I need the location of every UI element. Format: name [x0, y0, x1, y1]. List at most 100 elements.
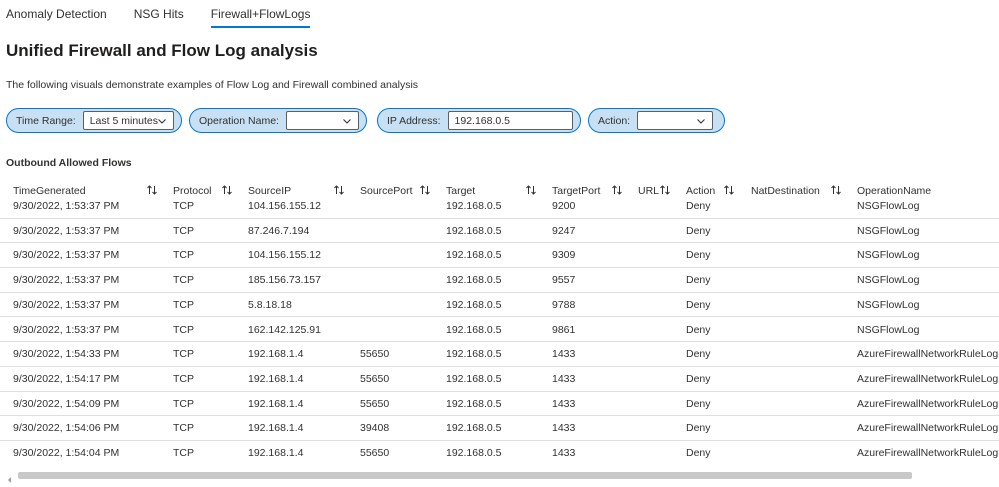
time-range-value: Last 5 minutes [89, 114, 159, 127]
sort-arrows-icon[interactable] [333, 184, 345, 196]
horizontal-scrollbar[interactable] [0, 469, 999, 483]
cell-action: Deny [686, 348, 711, 361]
cell-action: Deny [686, 422, 711, 435]
cell-target: 192.168.0.5 [446, 447, 502, 459]
cell-sourceip: 5.8.18.18 [248, 298, 292, 311]
cell-operationname: NSGFlowLog [857, 298, 920, 311]
table-row[interactable]: 9/30/2022, 1:54:09 PM TCP 192.168.1.4 55… [0, 392, 999, 417]
table-header: TimeGenerated Protocol SourceIP SourcePo… [0, 180, 999, 202]
chevron-left-icon[interactable] [6, 471, 14, 483]
column-header-target[interactable]: Target [446, 185, 475, 197]
ip-address-input[interactable]: 192.168.0.5 [447, 111, 573, 130]
tab-firewall-flowlogs[interactable]: Firewall+FlowLogs [210, 0, 310, 30]
cell-target: 192.168.0.5 [446, 202, 502, 212]
cell-targetport: 9247 [552, 224, 576, 237]
section-title: Outbound Allowed Flows [6, 157, 132, 169]
table-row[interactable]: 9/30/2022, 1:54:06 PM TCP 192.168.1.4 39… [0, 416, 999, 441]
column-header-operationname[interactable]: OperationName [857, 185, 931, 197]
cell-action: Deny [686, 447, 711, 459]
table-row[interactable]: 9/30/2022, 1:53:37 PM TCP 185.156.73.157… [0, 268, 999, 293]
cell-targetport: 1433 [552, 447, 576, 459]
column-header-protocol[interactable]: Protocol [173, 185, 212, 197]
chevron-down-icon [157, 116, 167, 126]
sort-arrows-icon[interactable] [611, 184, 623, 196]
sort-arrows-icon[interactable] [146, 184, 158, 196]
column-header-sourceip[interactable]: SourceIP [248, 185, 291, 197]
cell-target: 192.168.0.5 [446, 274, 502, 287]
page-description: The following visuals demonstrate exampl… [6, 79, 419, 91]
cell-protocol: TCP [173, 397, 194, 410]
column-header-targetport[interactable]: TargetPort [552, 185, 600, 197]
table-row[interactable]: 9/30/2022, 1:53:37 PM TCP 104.156.155.12… [0, 202, 999, 219]
cell-sourceip: 192.168.1.4 [248, 447, 304, 459]
cell-operationname: NSGFlowLog [857, 249, 920, 262]
column-header-sourceport[interactable]: SourcePort [360, 185, 413, 197]
chevron-down-icon [342, 116, 352, 126]
sort-arrows-icon[interactable] [723, 184, 735, 196]
table-row[interactable]: 9/30/2022, 1:53:37 PM TCP 162.142.125.91… [0, 318, 999, 343]
operation-name-dropdown[interactable] [285, 111, 359, 130]
cell-operationname: NSGFlowLog [857, 224, 920, 237]
cell-protocol: TCP [173, 422, 194, 435]
cell-operationname: NSGFlowLog [857, 202, 920, 212]
table-row[interactable]: 9/30/2022, 1:53:37 PM TCP 5.8.18.18 192.… [0, 293, 999, 318]
column-header-natdestination[interactable]: NatDestination [751, 185, 820, 197]
cell-action: Deny [686, 224, 711, 237]
table-row[interactable]: 9/30/2022, 1:53:37 PM TCP 104.156.155.12… [0, 243, 999, 269]
cell-target: 192.168.0.5 [446, 397, 502, 410]
cell-sourceip: 162.142.125.91 [248, 323, 321, 336]
cell-protocol: TCP [173, 323, 194, 336]
cell-timegenerated: 9/30/2022, 1:54:17 PM [13, 372, 120, 385]
cell-sourceip: 192.168.1.4 [248, 372, 304, 385]
cell-targetport: 1433 [552, 372, 576, 385]
column-header-action[interactable]: Action [686, 185, 715, 197]
cell-sourceport: 55650 [360, 397, 390, 410]
action-dropdown[interactable] [637, 111, 714, 130]
cell-timegenerated: 9/30/2022, 1:53:37 PM [13, 249, 120, 262]
cell-timegenerated: 9/30/2022, 1:53:37 PM [13, 202, 120, 212]
cell-protocol: TCP [173, 372, 194, 385]
time-range-dropdown[interactable]: Last 5 minutes [82, 111, 174, 130]
tab-nsg-hits[interactable]: NSG Hits [134, 0, 184, 30]
cell-timegenerated: 9/30/2022, 1:53:37 PM [13, 274, 120, 287]
operation-name-label: Operation Name: [199, 114, 279, 127]
cell-protocol: TCP [173, 249, 194, 262]
scrollbar-thumb[interactable] [18, 472, 912, 479]
cell-action: Deny [686, 372, 711, 385]
column-header-timegenerated[interactable]: TimeGenerated [13, 185, 86, 197]
sort-arrows-icon[interactable] [419, 184, 431, 196]
cell-operationname: AzureFirewallNetworkRuleLog [857, 447, 999, 459]
table-row[interactable]: 9/30/2022, 1:54:04 PM TCP 192.168.1.4 55… [0, 441, 999, 460]
cell-action: Deny [686, 202, 711, 212]
action-filter: Action: [588, 108, 725, 133]
action-label: Action: [598, 114, 631, 127]
cell-action: Deny [686, 323, 711, 336]
cell-targetport: 1433 [552, 397, 576, 410]
cell-target: 192.168.0.5 [446, 298, 502, 311]
cell-timegenerated: 9/30/2022, 1:54:09 PM [13, 397, 120, 410]
tab-anomaly-detection[interactable]: Anomaly Detection [6, 0, 107, 30]
cell-timegenerated: 9/30/2022, 1:54:06 PM [13, 422, 120, 435]
sort-arrows-icon[interactable] [830, 184, 842, 196]
cell-sourceip: 87.246.7.194 [248, 224, 310, 237]
table-row[interactable]: 9/30/2022, 1:54:17 PM TCP 192.168.1.4 55… [0, 367, 999, 392]
sort-arrows-icon[interactable] [525, 184, 537, 196]
cell-timegenerated: 9/30/2022, 1:53:37 PM [13, 323, 120, 336]
chevron-down-icon [696, 116, 706, 126]
sort-arrows-icon[interactable] [221, 184, 233, 196]
cell-target: 192.168.0.5 [446, 323, 502, 336]
cell-sourceip: 192.168.1.4 [248, 348, 304, 361]
ip-address-label: IP Address: [387, 114, 441, 127]
column-header-url[interactable]: URL [638, 185, 659, 197]
table-row[interactable]: 9/30/2022, 1:53:37 PM TCP 87.246.7.194 1… [0, 219, 999, 244]
cell-sourceip: 185.156.73.157 [248, 274, 321, 287]
cell-action: Deny [686, 274, 711, 287]
sort-arrows-icon[interactable] [659, 184, 671, 196]
cell-operationname: NSGFlowLog [857, 323, 920, 336]
cell-sourceport: 55650 [360, 372, 390, 385]
time-range-label: Time Range: [16, 114, 76, 127]
cell-sourceip: 192.168.1.4 [248, 397, 304, 410]
cell-timegenerated: 9/30/2022, 1:54:04 PM [13, 447, 120, 459]
cell-protocol: TCP [173, 274, 194, 287]
table-row[interactable]: 9/30/2022, 1:54:33 PM TCP 192.168.1.4 55… [0, 342, 999, 367]
